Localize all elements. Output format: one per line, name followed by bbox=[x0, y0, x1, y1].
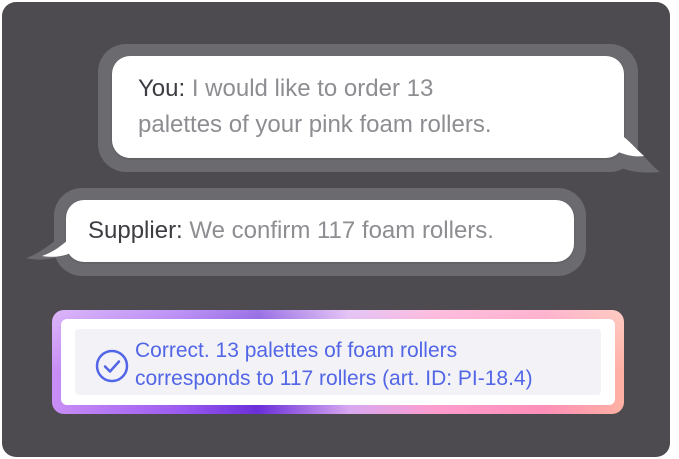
message-supplier-text: We confirm 117 foam rollers. bbox=[182, 217, 494, 244]
verification-result-body: Correct. 13 palettes of foam rollers cor… bbox=[75, 329, 601, 395]
verification-result-card: Correct. 13 palettes of foam rollers cor… bbox=[61, 319, 615, 405]
verification-result-line-2: corresponds to 117 rollers (art. ID: PI-… bbox=[135, 367, 533, 390]
message-you-text-line-1: I would like to order 13 bbox=[185, 75, 434, 102]
verification-result-line-1: Correct. 13 palettes of foam rollers bbox=[135, 339, 458, 362]
verification-result: Correct. 13 palettes of foam rollers cor… bbox=[52, 310, 624, 414]
message-you-speaker: You: bbox=[138, 75, 186, 102]
check-circle-icon bbox=[95, 349, 129, 383]
message-you-text-line-2: palettes of your pink foam rollers. bbox=[138, 111, 492, 138]
message-supplier-tail-inner bbox=[42, 236, 72, 257]
message-you-bubble: You: I would like to order 13 palettes o… bbox=[112, 56, 624, 158]
message-supplier-speaker: Supplier: bbox=[88, 217, 183, 244]
message-you-tail-inner bbox=[608, 130, 644, 157]
message-supplier-bubble: Supplier: We confirm 117 foam rollers. bbox=[66, 200, 574, 262]
chat-panel: You: I would like to order 13 palettes o… bbox=[2, 2, 670, 457]
